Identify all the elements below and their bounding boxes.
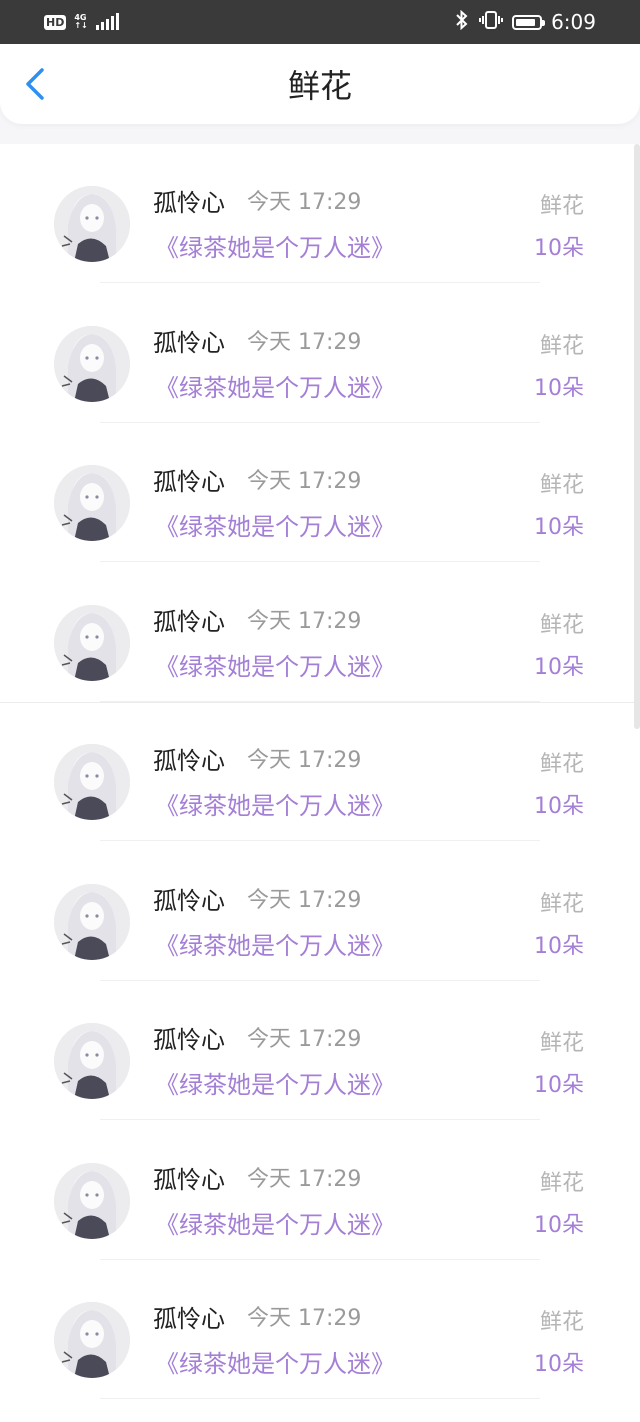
list-item[interactable]: 孤怜心 今天 17:29 《绿茶她是个万人迷》 鲜花 10朵 [0,702,640,841]
flower-record-list[interactable]: 孤怜心 今天 17:29 《绿茶她是个万人迷》 鲜花 10朵 孤怜心 今天 17… [0,144,640,1422]
avatar[interactable] [54,186,130,262]
gift-count: 10朵 [534,794,584,819]
battery-icon [512,14,546,30]
timestamp: 今天 17:29 [247,748,362,773]
book-title[interactable]: 《绿茶她是个万人迷》 [155,232,395,264]
list-item[interactable]: 孤怜心 今天 17:29 《绿茶她是个万人迷》 鲜花 10朵 [0,284,640,423]
timestamp: 今天 17:29 [247,1166,362,1192]
timestamp: 今天 17:29 [247,469,362,494]
user-name: 孤怜心 [153,468,225,496]
user-name: 孤怜心 [153,1026,225,1054]
book-title[interactable]: 《绿茶她是个万人迷》 [155,372,395,404]
book-title[interactable]: 《绿茶她是个万人迷》 [155,1209,395,1241]
timestamp: 今天 17:29 [247,1306,362,1331]
status-bar: HD 4G ↑↓ 6:09 [0,0,640,44]
timestamp: 今天 17:29 [247,329,362,355]
user-name: 孤怜心 [153,1165,225,1194]
book-title[interactable]: 《绿茶她是个万人迷》 [155,511,395,543]
timestamp: 今天 17:29 [247,887,362,913]
user-name: 孤怜心 [153,328,225,357]
avatar[interactable] [54,883,130,960]
avatar[interactable] [54,1162,130,1239]
page-title: 鲜花 [287,67,352,105]
gift-count: 10朵 [534,515,584,540]
gift-type: 鲜花 [539,333,584,359]
timestamp: 今天 17:29 [247,1027,362,1052]
timestamp: 今天 17:29 [247,608,362,634]
scrollbar[interactable] [634,144,640,729]
list-item[interactable]: 孤怜心 今天 17:29 《绿茶她是个万人迷》 鲜花 10朵 [0,1121,640,1260]
gift-count: 10朵 [534,933,584,959]
network-arrows: ↑↓ [74,21,88,30]
battery-level [516,18,535,26]
gift-type: 鲜花 [539,1031,584,1056]
book-title[interactable]: 《绿茶她是个万人迷》 [155,651,395,683]
user-name: 孤怜心 [153,607,225,636]
gift-type: 鲜花 [539,473,584,498]
vibrate-icon [479,10,504,34]
gift-count: 10朵 [534,654,584,680]
user-name: 孤怜心 [153,189,225,217]
user-name: 孤怜心 [153,747,225,775]
avatar[interactable] [54,465,130,541]
gift-type: 鲜花 [539,1310,584,1335]
user-name: 孤怜心 [153,886,225,915]
gift-count: 10朵 [534,375,584,401]
signal-icon [95,13,119,30]
list-item[interactable]: 孤怜心 今天 17:29 《绿茶她是个万人迷》 鲜花 10朵 [0,981,640,1120]
gift-type: 鲜花 [539,1170,584,1196]
gift-count: 10朵 [534,1352,584,1377]
hd-badge: HD [44,14,67,30]
user-name: 孤怜心 [153,1305,225,1333]
list-item[interactable]: 孤怜心 今天 17:29 《绿茶她是个万人迷》 鲜花 10朵 [0,423,640,562]
avatar[interactable] [54,604,130,681]
book-title[interactable]: 《绿茶她是个万人迷》 [155,1348,395,1380]
gift-type: 鲜花 [539,891,584,917]
network-type: 4G ↑↓ [74,14,87,30]
section-divider [0,701,640,703]
list-item[interactable]: 孤怜心 今天 17:29 《绿茶她是个万人迷》 鲜花 10朵 [0,1260,640,1399]
divider [100,1398,540,1399]
gift-count: 10朵 [534,236,584,261]
avatar[interactable] [54,744,130,820]
gift-count: 10朵 [534,1212,584,1238]
bluetooth-icon [454,9,470,34]
gift-type: 鲜花 [539,612,584,638]
avatar[interactable] [54,325,130,402]
gift-type: 鲜花 [539,752,584,777]
book-title[interactable]: 《绿茶她是个万人迷》 [155,1069,395,1101]
list-item[interactable]: 孤怜心 今天 17:29 《绿茶她是个万人迷》 鲜花 10朵 [0,563,640,702]
status-right: 6:09 [454,0,596,44]
avatar[interactable] [54,1023,130,1099]
book-title[interactable]: 《绿茶她是个万人迷》 [155,930,395,962]
list-item[interactable]: 孤怜心 今天 17:29 《绿茶她是个万人迷》 鲜花 10朵 [0,842,640,981]
gift-count: 10朵 [534,1073,584,1098]
clock: 6:09 [551,10,596,34]
book-title[interactable]: 《绿茶她是个万人迷》 [155,790,395,822]
avatar[interactable] [54,1302,130,1378]
header: 鲜花 [0,44,640,124]
status-left: HD 4G ↑↓ [44,13,119,30]
list-item[interactable]: 孤怜心 今天 17:29 《绿茶她是个万人迷》 鲜花 10朵 [0,144,640,283]
timestamp: 今天 17:29 [247,190,362,215]
gift-type: 鲜花 [539,194,584,219]
